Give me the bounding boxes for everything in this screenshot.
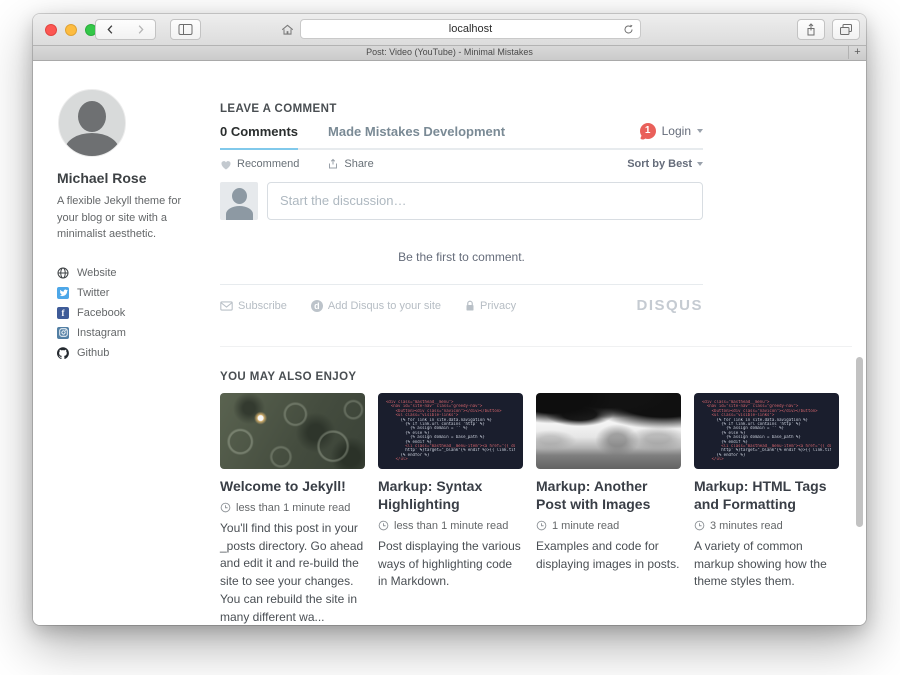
comment-form: Start the discussion… [220,182,703,220]
related-heading: YOU MAY ALSO ENJOY [220,371,852,383]
home-button[interactable] [276,19,298,40]
globe-icon [57,267,69,279]
card-excerpt: You'll find this post in your _posts dir… [220,520,365,625]
privacy-link[interactable]: Privacy [465,300,516,312]
disqus-divider [220,284,703,285]
disqus-tabs: 0 Comments Made Mistakes Development 1 L… [220,123,703,150]
heart-icon [220,159,232,170]
related-posts: Welcome to Jekyll! less than 1 minute re… [220,393,852,625]
author-avatar [58,89,126,157]
read-time: 3 minutes read [694,520,839,532]
chevron-down-icon [697,129,703,133]
empty-comments-message: Be the first to comment. [220,250,703,264]
card-excerpt: Post displaying the various ways of high… [378,538,523,591]
section-divider [220,346,852,347]
browser-window: localhost Post: Video (YouTube) - Minima… [33,14,866,625]
back-button[interactable] [95,19,126,40]
lock-icon [465,300,475,312]
disqus-embed: 0 Comments Made Mistakes Development 1 L… [220,123,703,314]
share-icon [805,23,817,37]
address-bar[interactable]: localhost [300,19,641,39]
share-button[interactable] [797,19,825,40]
tab-overview-button[interactable] [832,19,860,40]
tab-bar: Post: Video (YouTube) - Minimal Mistakes… [33,46,866,61]
disqus-d-icon: d [311,300,323,312]
sort-dropdown[interactable]: Sort by Best [627,158,703,170]
sidebar-item-twitter[interactable]: Twitter [57,283,215,303]
login-badge: 1 [640,123,656,139]
sidebar-item-facebook[interactable]: f Facebook [57,303,215,323]
card-excerpt: A variety of common markup showing how t… [694,538,839,591]
share-arrow-icon [327,158,339,170]
author-sidebar: Michael Rose A flexible Jekyll theme for… [57,89,215,363]
disqus-logo[interactable]: DISQUS [636,297,703,314]
commenter-avatar [220,182,258,220]
read-time: less than 1 minute read [220,502,365,514]
author-links: Website Twitter f Facebook Instagram [57,263,215,363]
subscribe-link[interactable]: Subscribe [220,300,287,312]
web-content: Michael Rose A flexible Jekyll theme for… [33,61,866,625]
main-column: LEAVE A COMMENT 0 Comments Made Mistakes… [220,103,852,625]
comments-heading: LEAVE A COMMENT [220,103,852,115]
related-card: <div class="masthead__menu"> <nav id="si… [694,393,839,625]
sidebar-icon [178,23,193,36]
tab-forum-name[interactable]: Made Mistakes Development [328,124,505,139]
chevron-right-icon [134,23,147,36]
related-card: Welcome to Jekyll! less than 1 minute re… [220,393,365,625]
sidebar-item-website[interactable]: Website [57,263,215,283]
card-title[interactable]: Markup: HTML Tags and Formatting [694,478,839,514]
disqus-action-row: Recommend Share Sort by Best [220,158,703,170]
read-time: 1 minute read [536,520,681,532]
card-thumbnail-code[interactable]: <div class="masthead__menu"> <nav id="si… [378,393,523,469]
share-comments-button[interactable]: Share [327,158,373,170]
github-icon [57,347,69,359]
add-disqus-link[interactable]: d Add Disqus to your site [311,300,441,312]
sidebar-item-instagram[interactable]: Instagram [57,323,215,343]
card-title[interactable]: Markup: Syntax Highlighting [378,478,523,514]
comment-input[interactable]: Start the discussion… [267,182,703,220]
card-title[interactable]: Welcome to Jekyll! [220,478,365,496]
tab-comments-count[interactable]: 0 Comments [220,124,298,139]
tabs-icon [839,23,853,36]
login-button[interactable]: 1 Login [640,123,703,139]
related-card: <div class="masthead__menu"> <nav id="si… [378,393,523,625]
card-thumbnail-foggy-tree[interactable] [536,393,681,469]
minimize-button[interactable] [65,24,77,36]
author-name: Michael Rose [57,170,215,186]
card-title[interactable]: Markup: Another Post with Images [536,478,681,514]
chevron-down-icon [697,162,703,166]
facebook-icon: f [57,307,69,319]
clock-icon [536,520,547,531]
tab-title[interactable]: Post: Video (YouTube) - Minimal Mistakes [366,47,533,57]
sidebar-item-github[interactable]: Github [57,343,215,363]
forward-button[interactable] [125,19,156,40]
clock-icon [220,502,231,513]
browser-toolbar: localhost [33,14,866,46]
read-time: less than 1 minute read [378,520,523,532]
new-tab-button[interactable]: + [848,46,866,59]
related-card: Markup: Another Post with Images 1 minut… [536,393,681,625]
instagram-icon [57,327,69,339]
scrollbar-thumb[interactable] [856,357,863,527]
card-thumbnail-green-droplet[interactable] [220,393,365,469]
card-excerpt: Examples and code for displaying images … [536,538,681,574]
twitter-icon [57,287,69,299]
disqus-footer: Subscribe d Add Disqus to your site Priv… [220,297,703,314]
window-controls [45,24,97,36]
card-thumbnail-code[interactable]: <div class="masthead__menu"> <nav id="si… [694,393,839,469]
clock-icon [378,520,389,531]
close-button[interactable] [45,24,57,36]
clock-icon [694,520,705,531]
sidebar-toggle-button[interactable] [170,19,201,40]
recommend-button[interactable]: Recommend [220,158,299,170]
envelope-icon [220,301,233,311]
home-icon [280,23,295,37]
author-bio: A flexible Jekyll theme for your blog or… [57,193,191,243]
address-bar-url: localhost [449,23,492,35]
chevron-left-icon [104,23,117,36]
refresh-button[interactable] [622,23,635,36]
